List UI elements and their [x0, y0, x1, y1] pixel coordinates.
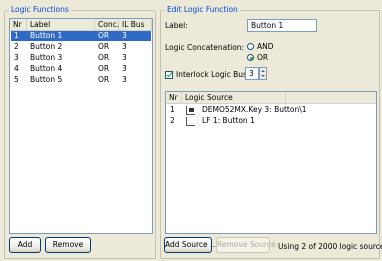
row-nr: 2	[14, 42, 19, 51]
col-conc[interactable]: Conc.	[95, 19, 119, 30]
status-text: Using 2 of 2000 logic sources	[278, 242, 382, 251]
add-source-button[interactable]: Add Source ...	[164, 237, 217, 253]
row-label: Button 5	[30, 75, 63, 84]
edit-logic-function-group: Edit Logic Function Label: Button 1 Logi…	[160, 5, 382, 259]
logic-functions-group: Logic Functions Nr Label Conc. IL Bus 1 B…	[4, 5, 156, 259]
logic-function-row[interactable]: 4 Button 4 OR 3	[11, 64, 151, 74]
row-conc: OR	[98, 64, 110, 73]
checkmark-icon	[166, 70, 173, 78]
logic-functions-title: Logic Functions	[9, 5, 71, 14]
logic-function-row[interactable]: 3 Button 3 OR 3	[11, 53, 151, 63]
col-nr[interactable]: Nr	[10, 19, 27, 30]
add-button[interactable]: Add	[9, 237, 41, 253]
interlock-checkbox[interactable]	[165, 70, 173, 79]
col-source-nr[interactable]: Nr	[166, 92, 182, 103]
col-il-bus[interactable]: IL Bus	[119, 19, 152, 30]
logic-source-row[interactable]: 2 LF 1: Button 1	[167, 116, 375, 126]
row-label: Button 4	[30, 64, 63, 73]
source-text: LF 1: Button 1	[202, 116, 255, 125]
source-nr: 2	[170, 116, 175, 125]
interlock-spin-buttons[interactable]	[259, 67, 267, 80]
or-label[interactable]: OR	[257, 53, 268, 62]
edit-logic-function-title: Edit Logic Function	[165, 5, 240, 14]
row-label: Button 3	[30, 53, 63, 62]
source-nr: 1	[170, 105, 175, 114]
logic-functions-list[interactable]: Nr Label Conc. IL Bus 1 Button 1 OR 3 2 Butto…	[9, 18, 153, 234]
source-text: DEMO52MX.Key 3: Button\1	[202, 105, 307, 114]
col-logic-source[interactable]: Logic Source	[182, 92, 286, 103]
interlock-spin-input[interactable]: 3	[245, 67, 259, 80]
row-il-bus: 3	[122, 42, 127, 51]
concat-caption: Logic Concatenation:	[165, 43, 245, 52]
spin-up-icon[interactable]	[261, 70, 265, 72]
logic-source-row[interactable]: 1 DEMO52MX.Key 3: Button\1	[167, 105, 375, 115]
key-glyph-icon	[189, 108, 194, 112]
row-conc: OR	[98, 53, 110, 62]
logic-function-row[interactable]: 2 Button 2 OR 3	[11, 42, 151, 52]
and-label[interactable]: AND	[257, 42, 274, 51]
logic-function-row[interactable]: 1 Button 1 OR 3	[11, 31, 151, 41]
logic-function-row[interactable]: 5 Button 5 OR 3	[11, 75, 151, 85]
logic-functions-header: Nr Label Conc. IL Bus	[10, 19, 152, 31]
label-caption: Label:	[165, 21, 188, 30]
row-nr: 1	[14, 31, 19, 40]
row-label: Button 2	[30, 42, 63, 51]
row-conc: OR	[98, 42, 110, 51]
row-nr: 4	[14, 64, 19, 73]
remove-source-button[interactable]: Remove Source	[216, 237, 276, 253]
row-il-bus: 3	[122, 31, 127, 40]
row-conc: OR	[98, 75, 110, 84]
logic-function-source-icon	[186, 117, 195, 126]
row-il-bus: 3	[122, 75, 127, 84]
row-il-bus: 3	[122, 53, 127, 62]
spin-down-icon[interactable]	[261, 75, 265, 77]
row-il-bus: 3	[122, 64, 127, 73]
row-label: Button 1	[30, 31, 63, 40]
key-source-icon	[186, 106, 195, 115]
and-radio[interactable]	[247, 43, 254, 50]
row-nr: 5	[14, 75, 19, 84]
logic-sources-header: Nr Logic Source	[166, 92, 376, 104]
remove-button[interactable]: Remove	[45, 237, 91, 253]
or-radio-dot	[249, 56, 253, 60]
logic-sources-list[interactable]: Nr Logic Source 1 DEMO52MX.Key 3: Button\…	[165, 91, 377, 234]
or-radio[interactable]	[247, 54, 254, 61]
col-label[interactable]: Label	[27, 19, 95, 30]
label-input[interactable]: Button 1	[247, 19, 317, 32]
row-conc: OR	[98, 31, 110, 40]
row-nr: 3	[14, 53, 19, 62]
